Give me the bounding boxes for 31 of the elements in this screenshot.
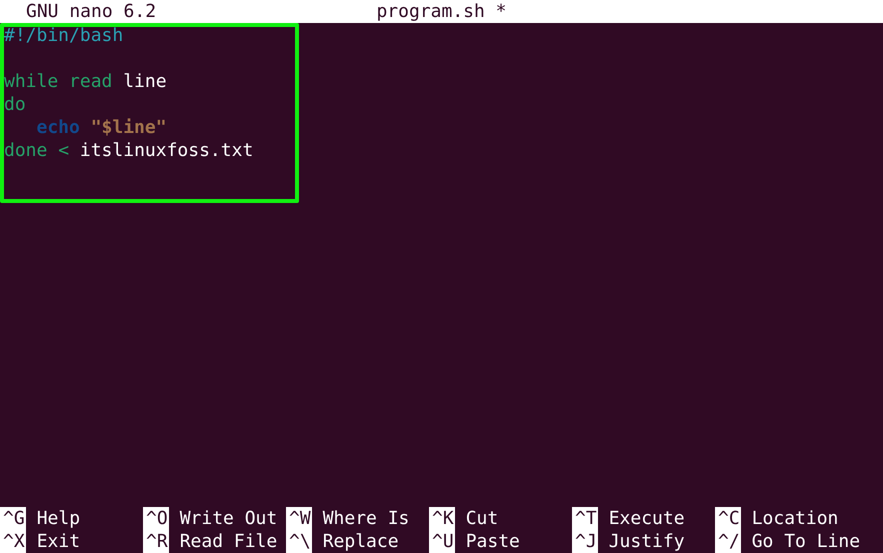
shortcut-label[interactable]: Paste	[466, 530, 520, 553]
shortcut-key[interactable]: ^W	[286, 507, 312, 530]
shortcut-key[interactable]: ^O	[143, 507, 169, 530]
shortcut-key[interactable]: ^G	[0, 507, 26, 530]
code-line: done < itslinuxfoss.txt	[4, 140, 254, 161]
shortcut-key[interactable]: ^X	[0, 530, 26, 553]
app-version: GNU nano 6.2	[26, 0, 156, 23]
shortcut-key[interactable]: ^/	[715, 530, 741, 553]
shortcut-key[interactable]: ^C	[715, 507, 741, 530]
shortcut-key[interactable]: ^R	[143, 530, 169, 553]
shortcut-label[interactable]: Cut	[466, 507, 498, 530]
shortcut-key[interactable]: ^J	[572, 530, 598, 553]
shortcut-label[interactable]: Where Is	[322, 507, 410, 530]
shortcut-label[interactable]: Execute	[608, 507, 685, 530]
shortcut-key[interactable]: ^K	[429, 507, 455, 530]
shortcut-key[interactable]: ^U	[429, 530, 455, 553]
shortcut-label[interactable]: Location	[752, 507, 838, 530]
shortcut-label[interactable]: Exit	[36, 530, 80, 553]
shortcut-label[interactable]: Write Out	[180, 507, 278, 530]
code-line: do	[4, 94, 26, 115]
code-line: #!/bin/bash	[4, 25, 124, 46]
code-line: while read line	[4, 71, 167, 92]
shortcut-label[interactable]: Help	[36, 507, 80, 530]
shortcut-label[interactable]: Replace	[322, 530, 399, 553]
shortcut-key[interactable]: ^T	[572, 507, 598, 530]
code-line: echo "$line"	[36, 117, 167, 138]
shortcut-key[interactable]: ^\	[286, 530, 312, 553]
shortcut-label[interactable]: Justify	[608, 530, 685, 553]
shortcut-label[interactable]: Read File	[180, 530, 278, 553]
shortcut-label[interactable]: Go To Line	[752, 530, 860, 553]
file-name: program.sh *	[376, 1, 507, 22]
